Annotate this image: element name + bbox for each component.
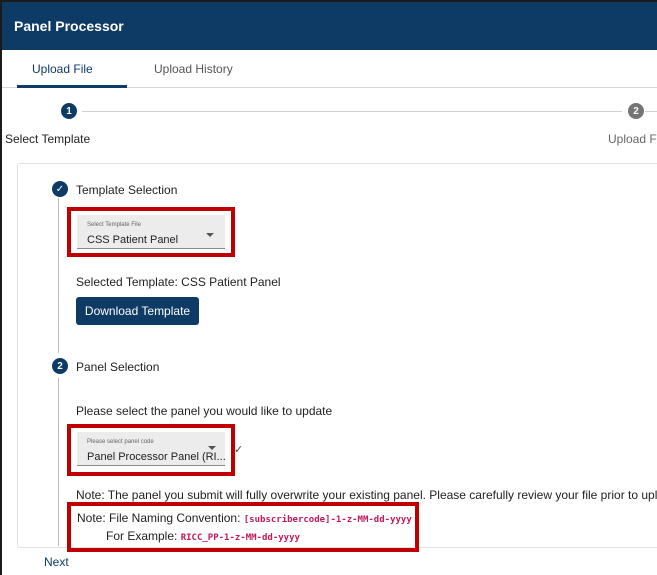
template-select-label: Select Template File xyxy=(87,222,141,228)
tab-bar: Upload File Upload History xyxy=(2,50,657,88)
stepper-connector-right xyxy=(645,111,657,112)
vertical-step-line xyxy=(58,198,59,353)
download-template-button[interactable]: Download Template xyxy=(76,297,199,325)
template-file-select[interactable]: Select Template File CSS Patient Panel xyxy=(77,215,225,249)
naming-note-prefix: Note: File Naming Convention: xyxy=(77,511,241,525)
app-header: Panel Processor xyxy=(2,2,657,50)
panel-select-value: Panel Processor Panel (RI... xyxy=(87,451,226,463)
panel-section-title: Panel Selection xyxy=(76,360,160,374)
naming-example: For Example: RICC_PP-1-z-MM-dd-yyyy xyxy=(106,529,300,543)
panel-select-label: Please select panel code xyxy=(87,439,154,445)
step-2-indicator: 2 xyxy=(628,103,644,119)
tab-upload-history[interactable]: Upload History xyxy=(154,62,233,76)
check-circle-icon: ✓ xyxy=(52,181,68,197)
example-prefix: For Example: xyxy=(106,529,178,543)
vertical-step-line-2 xyxy=(58,378,59,546)
chevron-down-icon xyxy=(206,233,214,237)
panel-code-select[interactable]: Please select panel code Panel Processor… xyxy=(77,432,226,466)
step-2-circle: 2 xyxy=(52,358,68,374)
template-select-value: CSS Patient Panel xyxy=(87,234,179,246)
selected-template-text: Selected Template: CSS Patient Panel xyxy=(76,275,281,289)
naming-pattern: [subscribercode]-1-z-MM-dd-yyyy xyxy=(243,515,412,525)
app-title: Panel Processor xyxy=(14,18,124,34)
panel-prompt-text: Please select the panel you would like t… xyxy=(76,404,333,418)
highlight-box-naming xyxy=(67,502,419,552)
step-1-indicator: 1 xyxy=(61,103,77,119)
step-2-label: Upload Fi xyxy=(608,132,657,146)
active-tab-indicator xyxy=(17,85,127,88)
next-button[interactable]: Next xyxy=(44,555,69,569)
template-section-title: Template Selection xyxy=(76,183,178,197)
chevron-down-icon xyxy=(208,446,216,450)
check-icon: ✓ xyxy=(234,444,244,456)
stepper-connector xyxy=(82,111,622,112)
step-1-label: Select Template xyxy=(5,132,91,146)
naming-convention-note: Note: File Naming Convention: [subscribe… xyxy=(77,511,412,525)
example-value: RICC_PP-1-z-MM-dd-yyyy xyxy=(180,533,300,543)
tab-upload-file[interactable]: Upload File xyxy=(32,62,93,76)
overwrite-note: Note: The panel you submit will fully ov… xyxy=(76,488,657,502)
